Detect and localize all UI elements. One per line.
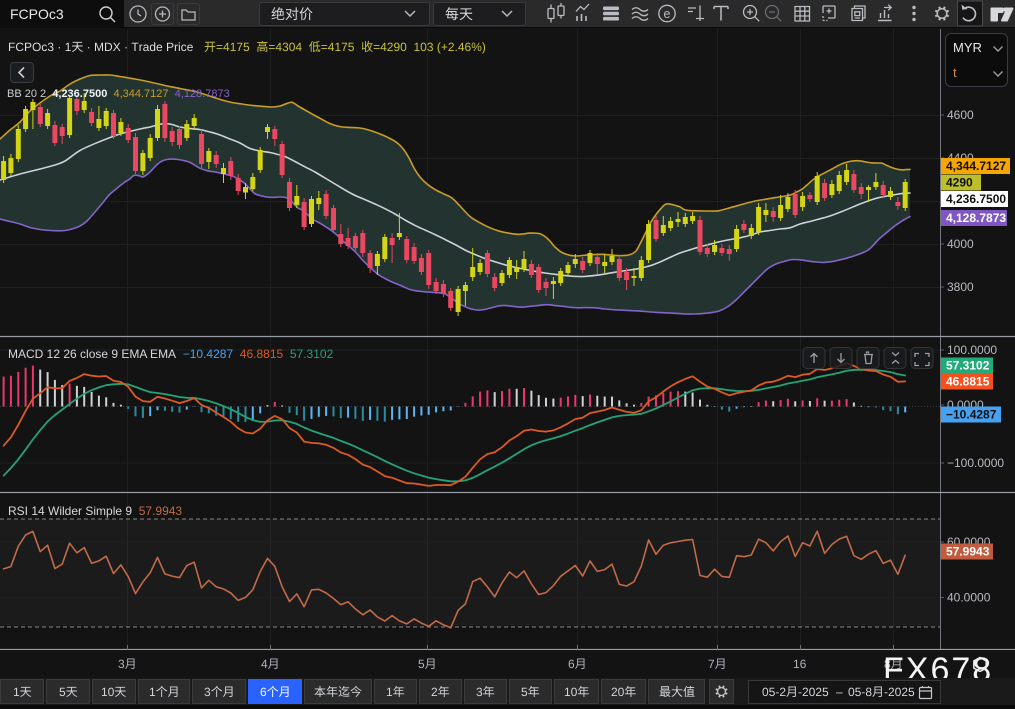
- svg-text:4000: 4000: [947, 237, 974, 251]
- svg-text:40.0000: 40.0000: [947, 591, 991, 605]
- svg-text:46.8815: 46.8815: [946, 375, 990, 389]
- svg-text:4600: 4600: [947, 108, 974, 122]
- svg-text:4,128.7873: 4,128.7873: [946, 211, 1006, 225]
- svg-text:e: e: [664, 7, 671, 21]
- svg-text:100.0000: 100.0000: [947, 343, 997, 357]
- svg-text:3800: 3800: [947, 280, 974, 294]
- svg-text:57.3102: 57.3102: [946, 359, 990, 373]
- svg-text:4290: 4290: [946, 176, 973, 190]
- svg-text:4,236.7500: 4,236.7500: [946, 192, 1006, 206]
- svg-text:−10.4287: −10.4287: [946, 408, 997, 422]
- svg-text:4,344.7127: 4,344.7127: [946, 159, 1006, 173]
- svg-text:57.9943: 57.9943: [946, 545, 990, 559]
- svg-text:−100.0000: −100.0000: [947, 456, 1004, 470]
